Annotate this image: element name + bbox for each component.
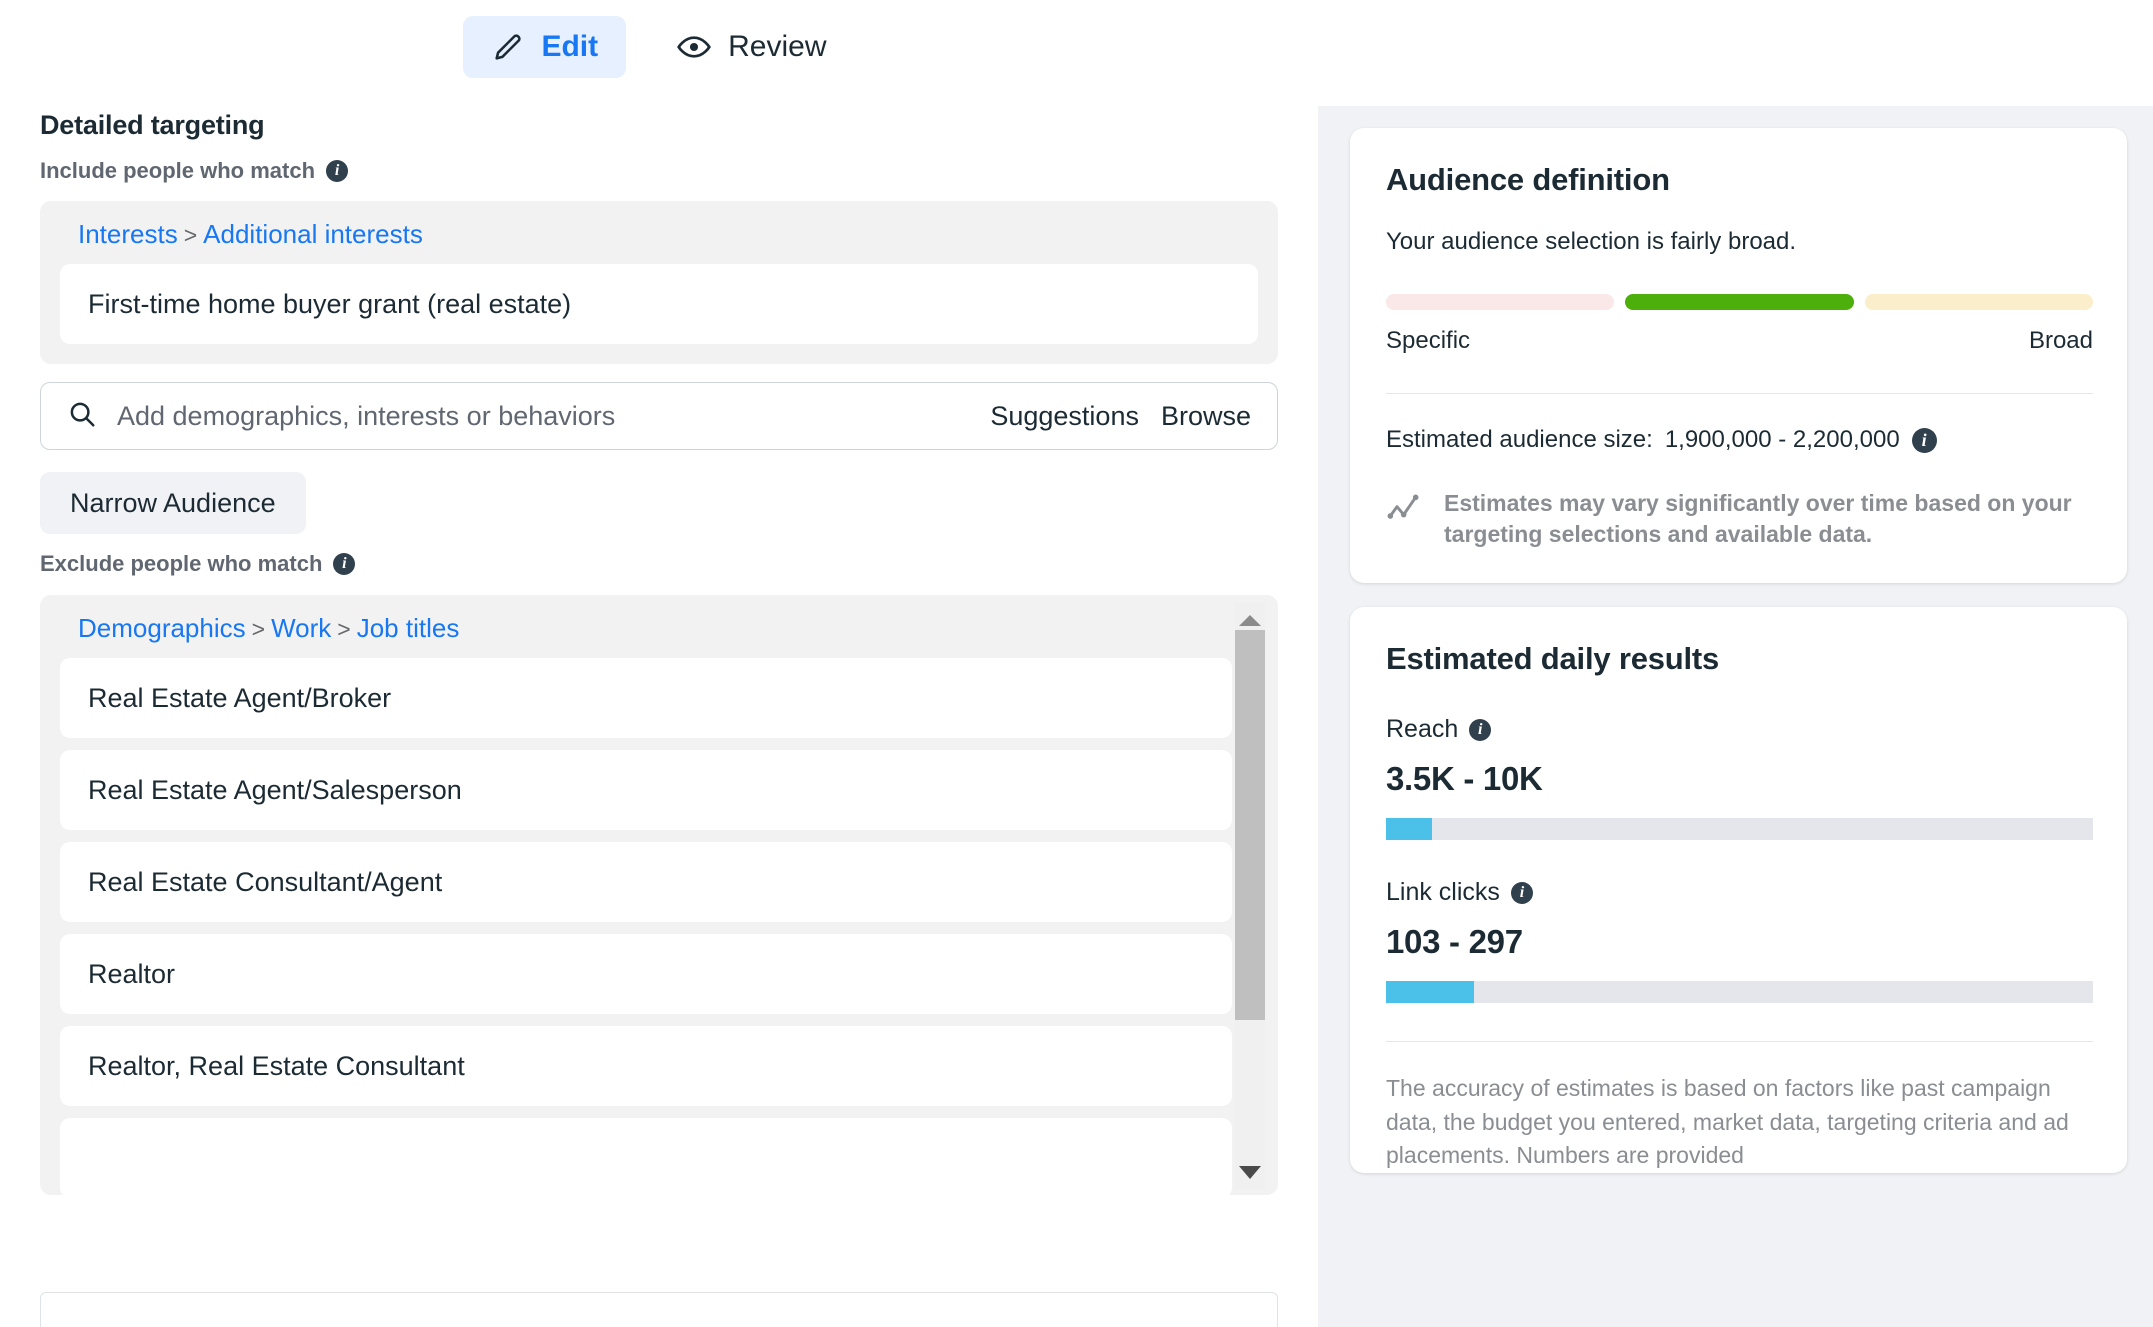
search-input[interactable]	[117, 401, 990, 432]
estimates-sidebar: Audience definition Your audience select…	[1318, 106, 2153, 1327]
meter-segment-balanced	[1625, 294, 1853, 310]
estimated-audience-size-label: Estimated audience size:	[1386, 426, 1653, 454]
detailed-targeting-panel: Detailed targeting Include people who ma…	[0, 94, 1318, 1327]
audience-breadth-meter	[1386, 294, 2093, 310]
breadcrumb-exclude-0[interactable]: Demographics	[78, 613, 246, 643]
exclude-group-box: Demographics>Work>Job titles Real Estate…	[40, 595, 1278, 1195]
info-icon-include[interactable]: i	[326, 160, 348, 182]
scrollbar-thumb[interactable]	[1235, 630, 1265, 1020]
exclude-chip-label: Real Estate Agent/Broker	[88, 683, 391, 714]
tab-edit[interactable]: Edit	[463, 16, 626, 78]
info-icon-link-clicks[interactable]: i	[1511, 882, 1533, 904]
mode-tab-bar: Edit Review	[0, 0, 1318, 94]
breadcrumb-include-1[interactable]: Additional interests	[203, 219, 423, 249]
estimated-daily-results-title: Estimated daily results	[1386, 641, 2093, 677]
page-title: Detailed targeting	[40, 110, 1278, 141]
browse-link[interactable]: Browse	[1161, 401, 1251, 432]
table-row[interactable]: Realtor, Real Estate Consultant	[60, 1026, 1232, 1106]
list-item[interactable]: First-time home buyer grant (real estate…	[60, 264, 1258, 344]
exclude-chip-label: Realtor, Real Estate Consultant	[88, 1051, 465, 1082]
exclude-group-inner: Demographics>Work>Job titles Real Estate…	[60, 613, 1256, 1195]
meter-segment-specific	[1386, 294, 1614, 310]
table-row[interactable]: Realtor	[60, 934, 1232, 1014]
metric-value-reach: 3.5K - 10K	[1386, 760, 2093, 798]
exclude-people-label: Exclude people who match i	[40, 551, 1278, 577]
audience-definition-title: Audience definition	[1386, 162, 2093, 198]
metric-value-link-clicks: 103 - 297	[1386, 923, 2093, 961]
table-row[interactable]: Real Estate Consultant/Agent	[60, 842, 1232, 922]
table-row[interactable]	[60, 1118, 1232, 1195]
suggestions-link[interactable]: Suggestions	[990, 401, 1139, 432]
metric-bar-reach	[1386, 818, 2093, 840]
divider	[1386, 393, 2093, 394]
metric-bar-reach-fill	[1386, 818, 1432, 840]
scroll-up-arrow-icon[interactable]	[1239, 615, 1261, 626]
next-section-panel	[40, 1292, 1278, 1327]
exclude-chip-label: Real Estate Agent/Salesperson	[88, 775, 462, 806]
estimates-variance-note: Estimates may vary significantly over ti…	[1386, 488, 2093, 549]
estimates-disclaimer: The accuracy of estimates is based on fa…	[1386, 1042, 2093, 1173]
metric-bar-link-clicks-fill	[1386, 981, 1474, 1003]
metric-label-link-clicks: Link clicks i	[1386, 878, 2093, 907]
tab-review[interactable]: Review	[648, 16, 854, 78]
meter-label-broad: Broad	[2029, 327, 2093, 355]
metric-label-reach-text: Reach	[1386, 715, 1458, 744]
trend-line-icon	[1386, 488, 1424, 549]
tab-review-label: Review	[728, 30, 826, 64]
app-root: Edit Review Detailed targeting Include p…	[0, 0, 2153, 1327]
estimates-variance-text: Estimates may vary significantly over ti…	[1444, 488, 2093, 549]
table-row[interactable]: Real Estate Agent/Salesperson	[60, 750, 1232, 830]
info-icon-reach[interactable]: i	[1469, 719, 1491, 741]
search-action-links: Suggestions Browse	[990, 401, 1255, 432]
audience-definition-summary: Your audience selection is fairly broad.	[1386, 228, 2093, 256]
meter-segment-broad	[1865, 294, 2093, 310]
metric-bar-link-clicks	[1386, 981, 2093, 1003]
breadcrumb-separator: >	[178, 222, 203, 248]
estimated-audience-size-value: 1,900,000 - 2,200,000	[1665, 426, 1900, 454]
breadcrumb-include-0[interactable]: Interests	[78, 219, 178, 249]
scrollbar-track[interactable]	[1235, 626, 1265, 1166]
narrow-audience-label: Narrow Audience	[70, 488, 276, 519]
breadcrumb-include: Interests>Additional interests	[60, 219, 1258, 250]
exclude-chip-label: Real Estate Consultant/Agent	[88, 867, 442, 898]
scroll-down-arrow-icon[interactable]	[1239, 1166, 1261, 1179]
include-people-label: Include people who match i	[40, 158, 1278, 184]
table-row[interactable]: Real Estate Agent/Broker	[60, 658, 1232, 738]
breadcrumb-exclude-2[interactable]: Job titles	[357, 613, 460, 643]
metric-label-link-clicks-text: Link clicks	[1386, 878, 1500, 907]
exclude-chip-label: Realtor	[88, 959, 175, 990]
exclude-people-text: Exclude people who match	[40, 551, 322, 577]
breadcrumb-separator: >	[331, 616, 356, 642]
breadcrumb-separator: >	[246, 616, 271, 642]
eye-icon	[676, 29, 712, 65]
targeting-search-bar[interactable]: Suggestions Browse	[40, 382, 1278, 450]
estimated-daily-results-card: Estimated daily results Reach i 3.5K - 1…	[1350, 607, 2127, 1173]
meter-labels: Specific Broad	[1386, 327, 2093, 355]
breadcrumb-exclude: Demographics>Work>Job titles	[60, 613, 1232, 644]
metric-label-reach: Reach i	[1386, 715, 2093, 744]
include-chip-label: First-time home buyer grant (real estate…	[88, 289, 571, 320]
narrow-audience-button[interactable]: Narrow Audience	[40, 472, 306, 534]
search-icon	[67, 399, 97, 434]
include-group-box: Interests>Additional interests First-tim…	[40, 201, 1278, 364]
audience-definition-card: Audience definition Your audience select…	[1350, 128, 2127, 583]
estimated-audience-size: Estimated audience size: 1,900,000 - 2,2…	[1386, 426, 2093, 454]
info-icon-exclude[interactable]: i	[333, 553, 355, 575]
info-icon-audience-size[interactable]: i	[1912, 428, 1937, 453]
breadcrumb-exclude-1[interactable]: Work	[271, 613, 331, 643]
pencil-icon	[491, 30, 525, 64]
tab-edit-label: Edit	[541, 30, 598, 64]
include-people-text: Include people who match	[40, 158, 315, 184]
exclude-list-scrollbar[interactable]	[1235, 603, 1265, 1189]
meter-label-specific: Specific	[1386, 327, 1470, 355]
